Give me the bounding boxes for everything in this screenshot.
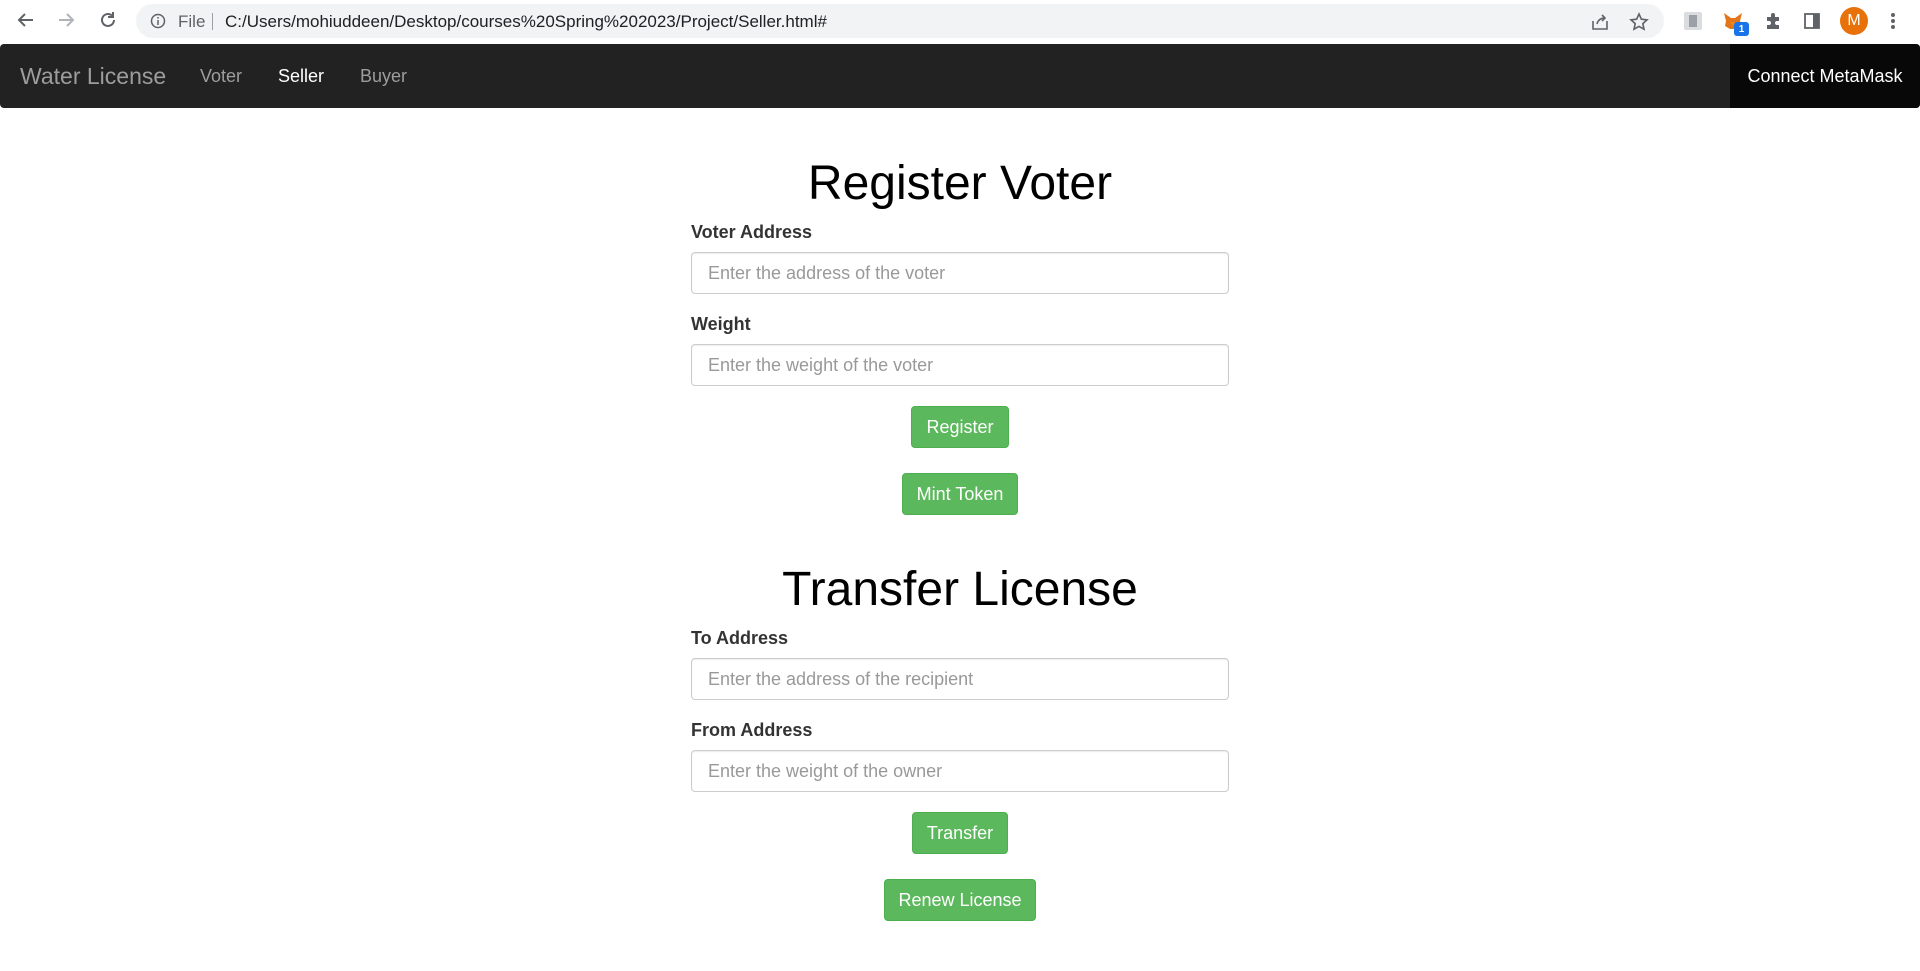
side-panel-icon[interactable]: [1799, 8, 1825, 34]
mint-token-button[interactable]: Mint Token: [902, 473, 1018, 515]
connect-metamask-button[interactable]: Connect MetaMask: [1730, 44, 1920, 108]
transfer-license-title: Transfer License: [782, 563, 1138, 616]
divider: [212, 13, 213, 30]
extension-badge: 1: [1734, 22, 1749, 36]
to-address-input[interactable]: [691, 658, 1229, 700]
back-arrow-icon[interactable]: [14, 8, 38, 32]
from-address-input[interactable]: [691, 750, 1229, 792]
nav-link-seller[interactable]: Seller: [278, 66, 324, 87]
navbar-brand[interactable]: Water License: [20, 63, 166, 90]
register-button[interactable]: Register: [911, 406, 1009, 448]
forward-arrow-icon[interactable]: [54, 8, 78, 32]
nav-link-voter[interactable]: Voter: [200, 66, 242, 87]
url-text[interactable]: C:/Users/mohiuddeen/Desktop/courses%20Sp…: [225, 12, 827, 32]
browser-toolbar: File C:/Users/mohiuddeen/Desktop/courses…: [0, 0, 1920, 43]
info-icon[interactable]: [150, 13, 166, 29]
nav-link-buyer[interactable]: Buyer: [360, 66, 407, 87]
register-voter-title: Register Voter: [807, 157, 1113, 210]
voter-address-label: Voter Address: [691, 222, 813, 242]
bookmark-star-icon[interactable]: [1629, 12, 1649, 32]
to-address-label: To Address: [691, 628, 789, 648]
transfer-button[interactable]: Transfer: [912, 812, 1008, 854]
profile-avatar[interactable]: M: [1840, 7, 1868, 35]
navbar: Water License Voter Seller Buyer Connect…: [0, 44, 1920, 108]
weight-input[interactable]: [691, 344, 1229, 386]
address-bar[interactable]: File C:/Users/mohiuddeen/Desktop/courses…: [136, 4, 1664, 38]
extension-icon[interactable]: [1680, 8, 1706, 34]
renew-license-button[interactable]: Renew License: [884, 879, 1036, 921]
weight-label: Weight: [691, 314, 751, 334]
share-icon[interactable]: [1590, 12, 1610, 32]
puzzle-icon[interactable]: [1760, 8, 1786, 34]
more-menu-icon[interactable]: [1880, 8, 1906, 34]
file-label: File: [178, 12, 206, 31]
reload-icon[interactable]: [96, 8, 120, 32]
from-address-label: From Address: [691, 720, 813, 740]
voter-address-input[interactable]: [691, 252, 1229, 294]
